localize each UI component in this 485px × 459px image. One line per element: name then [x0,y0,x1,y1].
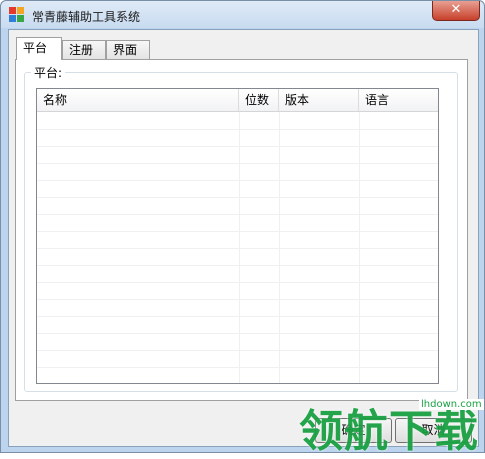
empty-row [37,231,438,249]
column-header-version[interactable]: 版本 [279,89,359,111]
empty-row [37,333,438,351]
list-body[interactable] [37,112,438,383]
column-header-language[interactable]: 语言 [359,89,438,111]
tab-register[interactable]: 注册 [62,40,106,59]
platform-list[interactable]: 名称 位数 版本 语言 [36,88,439,384]
empty-row [37,146,438,164]
empty-row [37,282,438,300]
app-icon [9,7,25,23]
platform-group-label: 平台: [31,64,66,81]
empty-row [37,112,438,130]
tab-platform[interactable]: 平台 [16,37,62,60]
column-header-name[interactable]: 名称 [37,89,239,111]
window-title: 常青藤辅助工具系统 [32,10,141,24]
empty-row [37,214,438,232]
empty-row [37,265,438,283]
watermark-url: lhdown.com [419,399,484,410]
empty-row [37,129,438,147]
empty-row [37,180,438,198]
dialog-client-area: 平台 注册 界面 平台: 名称 位数 版本 语言 确定 取消 [8,29,479,447]
tab-interface[interactable]: 界面 [106,40,150,59]
list-header: 名称 位数 版本 语言 [37,89,438,112]
main-window: 常青藤辅助工具系统 ✕ 平台 注册 界面 平台: 名称 位数 版本 语言 确定 … [0,0,485,457]
empty-row [37,350,438,368]
empty-row [37,316,438,334]
empty-row [37,163,438,181]
close-button[interactable]: ✕ [432,1,480,21]
close-icon: ✕ [450,2,462,17]
title-bar[interactable]: 常青藤辅助工具系统 ✕ [1,1,484,28]
empty-row [37,248,438,266]
empty-row [37,299,438,317]
empty-row [37,367,438,383]
tab-panel-platform: 平台: 名称 位数 版本 语言 [15,59,468,401]
column-header-bits[interactable]: 位数 [239,89,279,111]
empty-row [37,197,438,215]
platform-groupbox: 平台: 名称 位数 版本 语言 [24,64,458,392]
